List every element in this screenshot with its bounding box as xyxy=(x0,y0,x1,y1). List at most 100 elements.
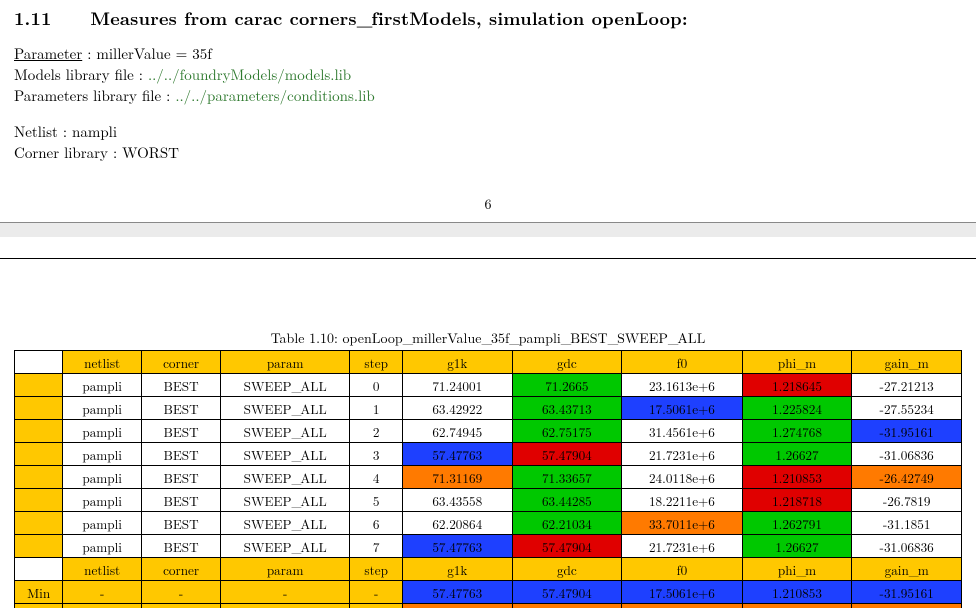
cell-g1k: 71.31169 xyxy=(402,466,512,489)
cell-netlist: pampli xyxy=(63,512,142,535)
th-step: step xyxy=(350,351,403,374)
cell-param: SWEEPALL xyxy=(221,535,350,558)
netlist-value: nampli xyxy=(72,121,117,142)
min-step: - xyxy=(350,581,403,604)
cell-corner: BEST xyxy=(142,397,221,420)
cell-netlist: pampli xyxy=(63,420,142,443)
th-gdc: gdc xyxy=(512,351,622,374)
min-label: Min xyxy=(15,581,63,604)
table-row: pampliBESTSWEEPALL662.2086462.2103433.70… xyxy=(15,512,962,535)
params-path: ../../parameters/conditions.lib xyxy=(175,85,374,106)
table-row: pampliBESTSWEEPALL563.4355863.4428518.22… xyxy=(15,489,962,512)
cell-gain: -31.06836 xyxy=(852,535,962,558)
cell-f0: 18.2211e+6 xyxy=(622,489,743,512)
table-header-row-2: netlist corner param step g1k gdc f0 phi… xyxy=(15,558,962,581)
rowlabel-cell xyxy=(15,420,63,443)
caption-p0: millerValue xyxy=(412,328,481,348)
cornerlib-value: WORST xyxy=(122,142,179,163)
caption-p2: pampli xyxy=(519,328,561,348)
max-step: - xyxy=(350,604,403,608)
table-block: Table 1.10: openLoopmillerValue35fpampli… xyxy=(0,328,976,608)
cell-g1k: 63.43558 xyxy=(402,489,512,512)
th2-f0: f0 xyxy=(622,558,743,581)
header-blank-2 xyxy=(15,558,63,581)
th2-netlist: netlist xyxy=(63,558,142,581)
th-corner: corner xyxy=(142,351,221,374)
caption-p3: BEST xyxy=(570,328,607,348)
cornerlib-label: Corner library : xyxy=(14,142,117,163)
th2-g1k: g1k xyxy=(402,558,512,581)
cell-step: 2 xyxy=(350,420,403,443)
th-phi: phim xyxy=(742,351,852,374)
cell-f0: 31.4561e+6 xyxy=(622,420,743,443)
table-row: pampliBESTSWEEPALL357.4776357.4790421.72… xyxy=(15,443,962,466)
cell-gdc: 71.33657 xyxy=(512,466,622,489)
th-gain: gainm xyxy=(852,351,962,374)
th-f0: f0 xyxy=(622,351,743,374)
cell-gdc: 63.44285 xyxy=(512,489,622,512)
cell-gdc: 63.43713 xyxy=(512,397,622,420)
underscore-sep xyxy=(481,328,491,348)
cell-corner: BEST xyxy=(142,512,221,535)
th2-step: step xyxy=(350,558,403,581)
header-blank xyxy=(15,351,63,374)
table-row: pampliBESTSWEEPALL262.7494562.7517531.45… xyxy=(15,420,962,443)
th-g1k: g1k xyxy=(402,351,512,374)
rowlabel-cell xyxy=(15,397,63,420)
cell-phi: 1.274768 xyxy=(742,420,852,443)
cell-corner: BEST xyxy=(142,466,221,489)
summary-max-row: Max - - - - 71.31169 71.33657 33.7011e+6… xyxy=(15,604,962,608)
min-phi: 1.210853 xyxy=(742,581,852,604)
cell-corner: BEST xyxy=(142,489,221,512)
cell-f0: 17.5061e+6 xyxy=(622,397,743,420)
cell-f0: 21.7231e+6 xyxy=(622,535,743,558)
cell-f0: 33.7011e+6 xyxy=(622,512,743,535)
cell-g1k: 62.74945 xyxy=(402,420,512,443)
cell-f0: 21.7231e+6 xyxy=(622,443,743,466)
underscore-sep xyxy=(357,6,372,31)
rowlabel-cell xyxy=(15,374,63,397)
cell-step: 0 xyxy=(350,374,403,397)
cell-corner: BEST xyxy=(142,443,221,466)
cell-corner: BEST xyxy=(142,374,221,397)
rowlabel-cell xyxy=(15,443,63,466)
cell-gain: -31.06836 xyxy=(852,443,962,466)
th2-corner: corner xyxy=(142,558,221,581)
max-param: - xyxy=(221,604,350,608)
underscore-sep xyxy=(561,328,571,348)
rowlabel-cell xyxy=(15,466,63,489)
caption-p4: SWEEP xyxy=(617,328,668,348)
cell-step: 5 xyxy=(350,489,403,512)
cell-step: 6 xyxy=(350,512,403,535)
cell-param: SWEEPALL xyxy=(221,489,350,512)
cell-netlist: pampli xyxy=(63,466,142,489)
cell-netlist: pampli xyxy=(63,374,142,397)
th-netlist: netlist xyxy=(63,351,142,374)
cell-corner: BEST xyxy=(142,535,221,558)
cell-param: SWEEPALL xyxy=(221,397,350,420)
cell-gain: -26.7819 xyxy=(852,489,962,512)
th2-param: param xyxy=(221,558,350,581)
cell-g1k: 63.42922 xyxy=(402,397,512,420)
th2-gain: gainm xyxy=(852,558,962,581)
cell-param: SWEEPALL xyxy=(221,443,350,466)
models-path: ../../foundryModels/models.lib xyxy=(148,64,351,85)
max-gdc: 71.33657 xyxy=(512,604,622,608)
min-gdc: 57.47904 xyxy=(512,581,622,604)
parameter-label: Parameter xyxy=(14,43,82,64)
cell-gain: -31.1851 xyxy=(852,512,962,535)
cell-step: 4 xyxy=(350,466,403,489)
cell-step: 1 xyxy=(350,397,403,420)
cell-phi: 1.218645 xyxy=(742,374,852,397)
cell-gdc: 57.47904 xyxy=(512,535,622,558)
min-g1k: 57.47763 xyxy=(402,581,512,604)
rowlabel-cell xyxy=(15,512,63,535)
cell-gdc: 62.21034 xyxy=(512,512,622,535)
cell-g1k: 71.24001 xyxy=(402,374,512,397)
cell-g1k: 57.47763 xyxy=(402,535,512,558)
table-row: pampliBESTSWEEPALL071.2400171.266523.161… xyxy=(15,374,962,397)
page: 1.11 Measures from carac cornersfirstMod… xyxy=(0,0,976,608)
section-heading: 1.11 Measures from carac cornersfirstMod… xyxy=(14,6,952,31)
cell-phi: 1.262791 xyxy=(742,512,852,535)
underscore-sep xyxy=(668,328,678,348)
